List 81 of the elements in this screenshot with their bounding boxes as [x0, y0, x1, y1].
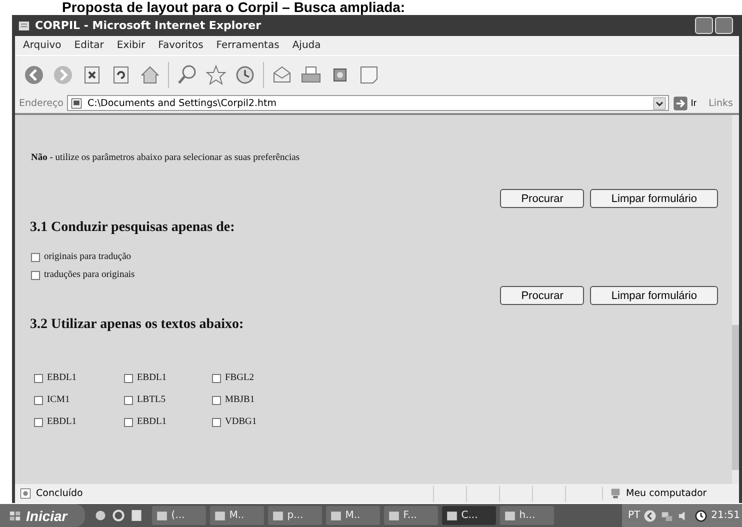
page-icon[interactable]	[19, 487, 32, 500]
taskbar-button[interactable]: M..	[326, 506, 380, 525]
checkbox-label: originais para tradução	[44, 252, 132, 262]
window-icon	[330, 510, 342, 522]
menu-item[interactable]: Exibir	[116, 40, 146, 51]
checkbox-label: EBDL1	[47, 373, 77, 383]
checkbox-label: EBDL1	[47, 417, 77, 427]
menu-item[interactable]: Editar	[74, 40, 104, 51]
taskbar-button[interactable]: M..	[210, 506, 264, 525]
checkbox-label: LBTL5	[137, 395, 166, 405]
maximize-button[interactable]	[715, 17, 733, 34]
checkbox-label: traduções para originais	[44, 270, 135, 280]
clock-time: 21:51	[711, 510, 740, 521]
window-icon	[156, 510, 168, 522]
computer-icon[interactable]	[609, 487, 622, 500]
printer-icon[interactable]	[300, 64, 322, 86]
checkbox-label: VDBG1	[225, 417, 257, 427]
taskbar-button[interactable]: h...	[500, 506, 554, 525]
section-heading: 3.1 Conduzir pesquisas apenas de:	[30, 220, 236, 236]
checkbox-label: EBDL1	[137, 417, 167, 427]
checkbox[interactable]	[212, 374, 221, 382]
media-icon[interactable]	[129, 508, 144, 523]
checkbox-label: ICM1	[47, 395, 70, 405]
window-icon	[504, 510, 516, 522]
arrow-icon[interactable]	[672, 96, 688, 110]
page-caption: Proposta de layout para o Corpil – Busca ampliada:	[61, 0, 406, 15]
search-button[interactable]: Procurar	[500, 286, 584, 305]
page-icon[interactable]	[70, 96, 84, 110]
checkbox-label: FBGL2	[225, 373, 254, 383]
search-button[interactable]: Procurar	[500, 189, 584, 208]
checkbox[interactable]	[31, 252, 40, 262]
links-label[interactable]: Links	[708, 98, 733, 108]
taskbar-button[interactable]: F...	[384, 506, 438, 525]
checkbox[interactable]	[34, 418, 43, 426]
checkbox[interactable]	[34, 396, 43, 404]
clear-form-button[interactable]: Limpar formulário	[590, 286, 718, 305]
zone-label: Meu computador	[626, 488, 707, 499]
checkbox[interactable]	[124, 418, 133, 426]
window-icon	[272, 510, 284, 522]
star-icon[interactable]	[205, 64, 227, 86]
menu-item[interactable]: Ajuda	[292, 40, 321, 51]
checkbox-label: MBJB1	[225, 395, 255, 405]
go-button[interactable]: Ir	[672, 95, 697, 111]
window-icon	[446, 510, 458, 522]
search-icon[interactable]	[176, 64, 198, 86]
history-icon[interactable]	[234, 64, 256, 86]
taskbar-button[interactable]: (...	[152, 506, 206, 525]
language-indicator[interactable]: PT	[628, 510, 640, 521]
browser-icon[interactable]	[111, 508, 126, 523]
checkbox[interactable]	[31, 270, 40, 280]
chevron-icon[interactable]	[643, 508, 658, 522]
menu-item[interactable]: Ferramentas	[216, 40, 280, 51]
status-text: Concluído	[36, 488, 84, 499]
back-icon[interactable]	[23, 64, 45, 86]
minimize-button[interactable]	[695, 17, 713, 34]
checkbox-label: EBDL1	[137, 373, 167, 383]
menu-item[interactable]: Arquivo	[23, 40, 62, 51]
checkbox[interactable]	[34, 374, 43, 382]
window-icon	[214, 510, 226, 522]
intro-text: Não - utilize os parâmetros abaixo para selecionar as suas preferências	[31, 153, 301, 163]
clock-icon[interactable]	[694, 508, 708, 522]
window-icon	[388, 510, 400, 522]
checkbox[interactable]	[124, 396, 133, 404]
mail-icon[interactable]	[271, 64, 293, 86]
taskbar-button[interactable]: p...	[268, 506, 322, 525]
checkbox[interactable]	[212, 396, 221, 404]
checkbox[interactable]	[124, 374, 133, 382]
note-icon[interactable]	[358, 64, 380, 86]
menu-item[interactable]: Favoritos	[158, 40, 204, 51]
windows-flag-icon[interactable]	[8, 508, 22, 522]
start-button[interactable]: Iniciar	[0, 504, 86, 527]
window-title: CORPIL - Microsoft Internet Explorer	[35, 19, 262, 32]
checkbox[interactable]	[212, 418, 221, 426]
section-heading: 3.2 Utilizar apenas os textos abaixo:	[30, 317, 245, 333]
dropdown-icon[interactable]	[652, 96, 666, 110]
home-icon[interactable]	[139, 64, 161, 86]
address-label: Endereço	[19, 98, 64, 108]
browser-icon[interactable]	[17, 18, 31, 32]
taskbar-button[interactable]: C...	[442, 506, 496, 525]
clear-form-button[interactable]: Limpar formulário	[590, 189, 718, 208]
address-field[interactable]: C:\Documents and Settings\Corpil2.htm	[67, 95, 669, 111]
